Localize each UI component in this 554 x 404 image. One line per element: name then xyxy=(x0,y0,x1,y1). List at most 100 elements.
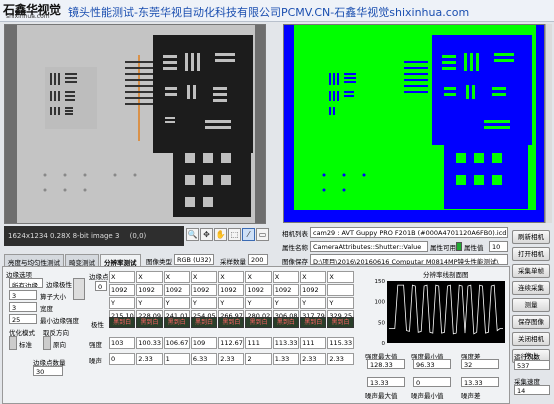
strength-cell: 112.67 xyxy=(218,337,245,349)
optimize-mode-switch[interactable] xyxy=(9,336,17,350)
y-header-cell: Y xyxy=(136,297,163,309)
polarity-cell: 黑到白 xyxy=(218,317,245,328)
save-path-label: 图像保存 xyxy=(282,258,308,266)
image-info-text: 1624x1234 0.28X 8-bit image 3 xyxy=(8,232,120,240)
line-tool-icon[interactable]: ⁄ xyxy=(242,228,255,241)
image-scrollbar[interactable] xyxy=(545,24,552,223)
noise-cell: 1.33 xyxy=(272,353,300,365)
strength-cell: 115.33 xyxy=(327,337,354,349)
save-path-field[interactable]: D:\项目\2016\20160616 Computar M0814MP镜头性能… xyxy=(310,254,508,265)
grab-single-button[interactable]: 采集单帧 xyxy=(512,264,550,278)
x-header-cell: X xyxy=(109,271,136,283)
image-type-label: 图像类型 xyxy=(146,258,172,266)
x-header-cell: X xyxy=(163,271,190,283)
title-banner: 石鑫华视觉 shixinhua.com 镜头性能测试-东莞华视自动化科技有限公司… xyxy=(0,0,554,22)
resolution-target-image xyxy=(5,25,265,223)
attr-value-field[interactable]: 10 xyxy=(489,241,508,252)
y-tick-label: 50 xyxy=(378,320,385,326)
select-icon[interactable]: ⬚ xyxy=(228,228,241,241)
image-coords: (0,0) xyxy=(129,232,147,240)
polarity-cell: 黑到白 xyxy=(109,317,136,328)
x-value-cell xyxy=(327,284,354,296)
run-count-value: 537 xyxy=(514,360,550,370)
threshold-image xyxy=(284,25,544,222)
open-camera-button[interactable]: 打开相机 xyxy=(512,247,550,261)
close-camera-button[interactable]: 关闭相机 xyxy=(512,332,550,346)
strength-cell: 109 xyxy=(190,337,218,349)
x-header-cell: X xyxy=(218,271,245,283)
edge-polarity-label: 边缘极性 xyxy=(46,281,72,289)
attr-available-led xyxy=(456,242,462,251)
zoom-icon[interactable]: 🔍 xyxy=(186,228,199,241)
polarity-cell: 黑到白 xyxy=(245,317,272,328)
refresh-camera-button[interactable]: 刷新相机 xyxy=(512,230,550,244)
image-info-bar: 1624x1234 0.28X 8-bit image 3 (0,0) xyxy=(4,226,184,246)
attr-name-field[interactable]: CameraAttributes::Shutter::Value xyxy=(310,241,428,252)
noise-cell: 1 xyxy=(163,353,190,365)
x-value-cell: 1092 xyxy=(190,284,218,296)
x-header-cell: X xyxy=(190,271,218,283)
y-tick-label: 150 xyxy=(375,279,386,285)
y-tick-label: 0 xyxy=(382,341,386,347)
profile-chart: 150 100 50 0 xyxy=(367,277,509,349)
strength-cell: 113.33 xyxy=(272,337,300,349)
measure-button[interactable]: 测量 xyxy=(512,298,550,312)
noise-cell: 2.33 xyxy=(218,353,245,365)
noise-row: 0 2.33 1 6.33 2.33 2 1.33 2.33 2.33 xyxy=(109,353,355,365)
strength-row: 103 100.33 106.67 109 112.67 111 113.33 111 115.… xyxy=(109,337,355,349)
edge-points-label: 边缘点 xyxy=(89,273,109,281)
polarity-cell: 黑到白 xyxy=(190,317,218,328)
rectangle-tool-icon[interactable]: ▭ xyxy=(256,228,269,241)
polarity-label: 极性 xyxy=(91,321,104,329)
processed-image-view[interactable] xyxy=(283,24,545,223)
strength-label: 强度 xyxy=(89,341,102,349)
y-header-cell: Y xyxy=(163,297,190,309)
attr-available-label: 属性可用 xyxy=(430,244,456,252)
noise-cell: 6.33 xyxy=(190,353,218,365)
noise-label: 噪声 xyxy=(89,357,102,365)
camera-image-view[interactable] xyxy=(4,24,266,224)
x-header-cell: X xyxy=(245,271,272,283)
y-header-cell: Y xyxy=(218,297,245,309)
pan-icon[interactable]: ✥ xyxy=(200,228,213,241)
x-value-cell: 1092 xyxy=(245,284,272,296)
x-value-cell: 1092 xyxy=(272,284,300,296)
x-value-cell: 1092 xyxy=(163,284,190,296)
edge-mode-select[interactable]: 所有边缘 xyxy=(9,278,43,288)
continuous-grab-button[interactable]: 连续采集 xyxy=(512,281,550,295)
resolution-panel: 边缘选项 所有边缘 边缘极性 3 算子大小 3 宽度 25 最小边缘强度 优化模… xyxy=(2,266,510,404)
sample-count-label: 采样数量 xyxy=(220,258,246,266)
polarity-cell: 黑到白 xyxy=(327,317,354,328)
camera-list-label: 相机列表 xyxy=(282,230,308,238)
y-header-cell: Y xyxy=(190,297,218,309)
sample-count-field[interactable]: 200 xyxy=(248,254,268,265)
noise-min-value: 0 xyxy=(413,377,451,387)
optimize-mode-value: 标准 xyxy=(19,341,32,349)
camera-list-select[interactable]: cam29 : AVT Guppy PRO F201B (#000A470112… xyxy=(310,227,508,238)
hand-icon[interactable]: ✋ xyxy=(214,228,227,241)
width-field[interactable]: 3 xyxy=(9,302,37,312)
y-tick-label: 100 xyxy=(375,300,386,306)
y-header-cell: Y xyxy=(327,297,354,309)
y-header-cell: Y xyxy=(300,297,327,309)
kernel-size-field[interactable]: 3 xyxy=(9,290,37,300)
x-value-cell: 1092 xyxy=(218,284,245,296)
save-image-button[interactable]: 保存图像 xyxy=(512,315,550,329)
strength-cell: 100.33 xyxy=(136,337,163,349)
edge-polarity-switch[interactable] xyxy=(73,278,85,300)
edge-index[interactable]: 0 xyxy=(95,281,107,291)
strength-min-value: 96.33 xyxy=(413,359,451,369)
x-header-cell: X xyxy=(327,271,354,283)
x-header-cell: X xyxy=(300,271,327,283)
min-strength-field[interactable]: 25 xyxy=(9,314,37,324)
kernel-size-label: 算子大小 xyxy=(40,293,66,301)
min-strength-label: 最小边缘强度 xyxy=(40,317,79,325)
polarity-cell: 黑到白 xyxy=(136,317,163,328)
logo-subtitle: shixinhua.com xyxy=(6,13,50,20)
image-type-select[interactable]: RGB (U32) xyxy=(174,254,214,265)
x-value-cell: 1092 xyxy=(300,284,327,296)
strength-cell: 111 xyxy=(300,337,327,349)
noise-cell: 2.33 xyxy=(300,353,327,365)
reverse-direction-switch[interactable] xyxy=(43,336,51,350)
edge-points-table: XXXXXXXXX 1092 1092 1092 1092 1092 1092 1092 10… xyxy=(109,271,355,322)
